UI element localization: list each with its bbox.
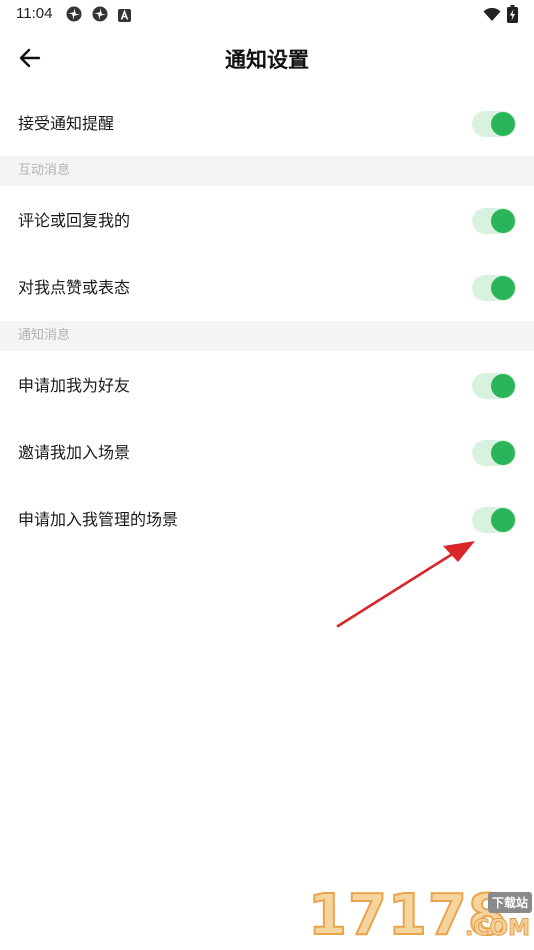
pinwheel-icon [92, 6, 108, 26]
app-bar: 通知设置 [0, 28, 534, 88]
status-bar: 11:04 [0, 0, 534, 28]
accept-notifications-toggle[interactable] [472, 111, 516, 137]
setting-label: 申请加我为好友 [18, 376, 131, 395]
section-header-notification: 通知消息 [0, 321, 534, 351]
toggle-knob [491, 112, 515, 136]
pinwheel-icon [66, 6, 82, 26]
comments-replies-toggle[interactable] [472, 208, 516, 234]
wifi-icon [483, 7, 501, 26]
toggle-knob [491, 508, 515, 532]
section-title: 通知消息 [18, 328, 71, 343]
watermark-badge: 下载站 [487, 892, 532, 913]
toggle-knob [491, 276, 515, 300]
toggle-knob [491, 374, 515, 398]
setting-row-likes-reactions: 对我点赞或表态 [0, 254, 534, 321]
page-title: 通知设置 [225, 48, 309, 72]
setting-label: 对我点赞或表态 [18, 278, 131, 297]
scene-invites-toggle[interactable] [472, 440, 516, 466]
toggle-knob [491, 209, 515, 233]
setting-row-accept-notifications: 接受通知提醒 [0, 90, 534, 157]
section-title: 互动消息 [18, 163, 71, 178]
setting-label: 申请加入我管理的场景 [18, 510, 179, 529]
setting-row-friend-requests: 申请加我为好友 [0, 352, 534, 419]
setting-label: 接受通知提醒 [18, 114, 115, 133]
setting-label: 邀请我加入场景 [18, 443, 131, 462]
setting-label: 评论或回复我的 [18, 211, 131, 230]
setting-row-scene-invites: 邀请我加入场景 [0, 419, 534, 486]
scene-join-requests-toggle[interactable] [472, 507, 516, 533]
friend-requests-toggle[interactable] [472, 373, 516, 399]
battery-charging-icon [507, 5, 518, 27]
section-header-interaction: 互动消息 [0, 156, 534, 186]
setting-row-comments-replies: 评论或回复我的 [0, 187, 534, 254]
status-time: 11:04 [16, 5, 53, 22]
toggle-knob [491, 441, 515, 465]
text-a-icon [118, 7, 131, 26]
watermark-logo: 17178 下载站 .COM [307, 882, 534, 950]
annotation-arrow [336, 541, 475, 628]
watermark-domain: .COM [464, 916, 530, 942]
likes-reactions-toggle[interactable] [472, 275, 516, 301]
